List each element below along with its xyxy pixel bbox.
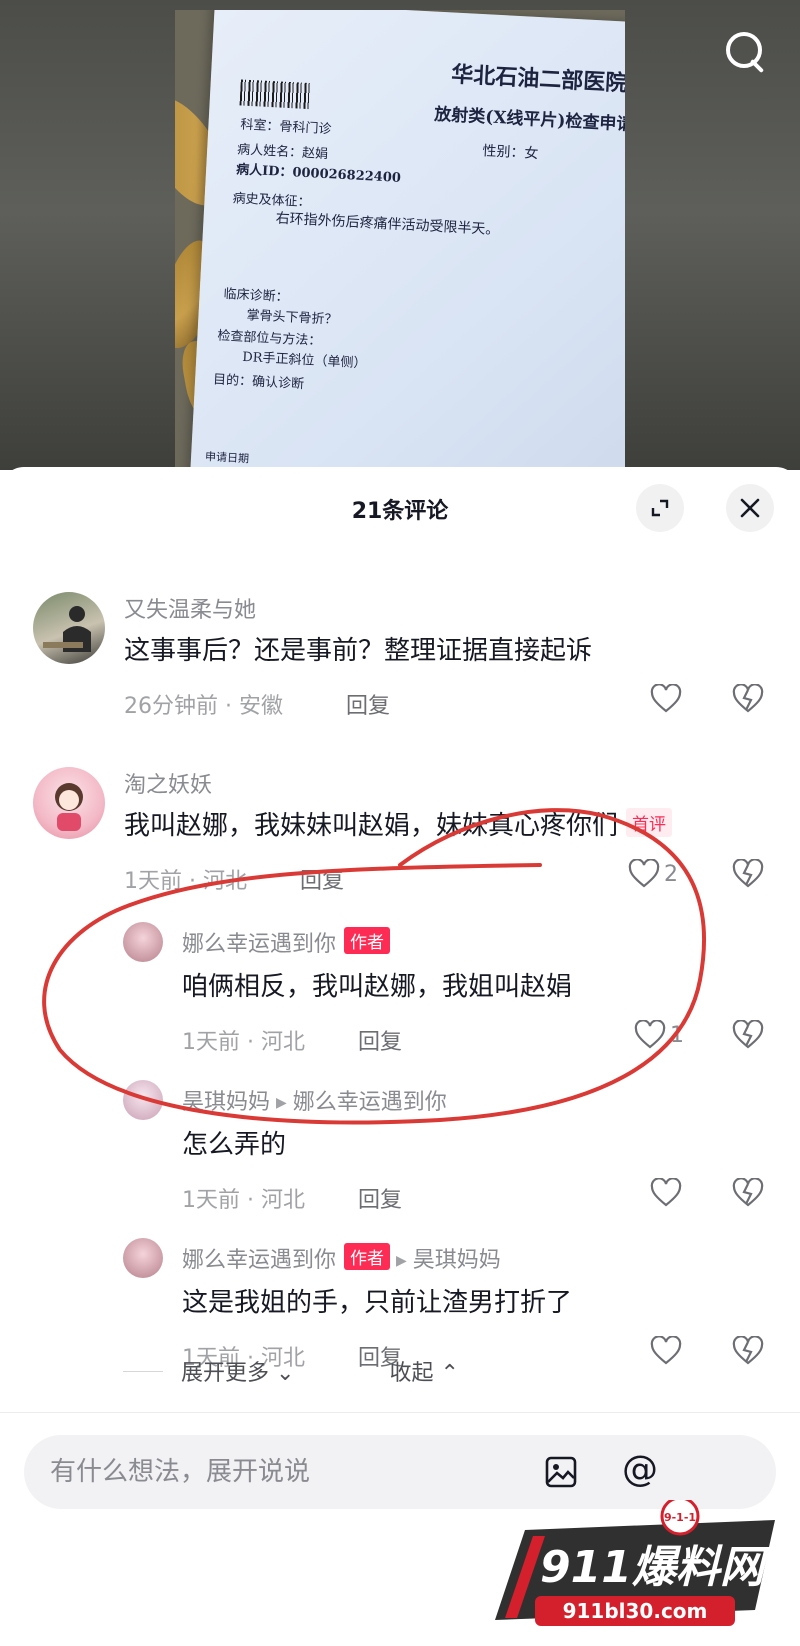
comment-username[interactable]: 又失温柔与她	[124, 592, 256, 624]
comment-meta: 1天前 · 河北	[182, 1030, 305, 1055]
expand-icon	[651, 499, 669, 517]
comment-text: 咱俩相反，我叫赵娜，我姐叫赵娟	[182, 972, 573, 1002]
username-text: 昊琪妈妈	[182, 1090, 271, 1115]
heart-icon	[634, 1020, 666, 1049]
comment-sheet: 21条评论 又失温柔与她 这事事后？还是事前？整理证据直接起诉 26分钟前 · …	[0, 467, 800, 1646]
broken-heart-icon	[732, 1177, 764, 1207]
username-text: 娜么幸运遇到你	[182, 932, 337, 957]
expand-more-label: 展开更多	[181, 1361, 270, 1386]
form-gender: 性别：女	[482, 143, 539, 163]
reply-button[interactable]: 回复	[346, 688, 390, 720]
dislike-button[interactable]	[732, 1177, 764, 1212]
chevron-down-icon: ⌄	[276, 1361, 295, 1386]
comment-text: 怎么弄的	[182, 1130, 287, 1160]
dislike-button[interactable]	[732, 858, 764, 893]
broken-heart-icon	[732, 683, 764, 713]
heart-icon	[650, 1336, 682, 1365]
reply-arrow-icon: ▶	[396, 1253, 407, 1269]
form-history: 右环指外伤后疼痛伴活动受限半天。	[275, 210, 500, 239]
reply-button[interactable]: 回复	[358, 1182, 402, 1214]
reply-button[interactable]: 回复	[300, 863, 344, 895]
like-button[interactable]: 2	[628, 859, 678, 889]
close-icon	[740, 498, 760, 518]
mention-icon[interactable]: @	[622, 1449, 658, 1490]
expand-row: 展开更多 ⌄ 收起 ⌃	[123, 1355, 459, 1387]
collapse-label: 收起	[389, 1361, 434, 1386]
avatar[interactable]	[123, 1238, 163, 1278]
avatar[interactable]	[33, 592, 105, 664]
comment-username[interactable]: 淘之妖妖	[124, 767, 212, 799]
post-image[interactable]: 华北石油二部医院 放射类(X线平片)检查申请单 科室：骨科门诊 性别：女 病人姓…	[0, 0, 800, 470]
watermark-badge: 9-1-1	[664, 1511, 696, 1524]
comment-username[interactable]: 昊琪妈妈 ▶ 娜么幸运遇到你	[182, 1084, 447, 1116]
close-button[interactable]	[726, 484, 774, 532]
reply-button[interactable]: 回复	[358, 1024, 402, 1056]
form-date: 申请日期	[204, 450, 250, 466]
image-icon[interactable]	[544, 1455, 578, 1489]
watermark-logo: 911爆料网 911bl30.com 9-1-1	[495, 1500, 775, 1626]
form-diag-label: 临床诊断：	[223, 286, 289, 306]
avatar[interactable]	[33, 767, 105, 839]
broken-heart-icon	[732, 1335, 764, 1365]
reply-to-username: 娜么幸运遇到你	[292, 1090, 447, 1115]
heart-icon	[650, 1178, 682, 1207]
broken-heart-icon	[732, 858, 764, 888]
form-method-label: 检查部位与方法：	[217, 328, 322, 350]
author-badge: 作者	[344, 1243, 391, 1270]
reply-arrow-icon: ▶	[276, 1095, 287, 1111]
form-dept: 科室：骨科门诊	[240, 117, 332, 138]
comment-text: 这事事后？还是事前？整理证据直接起诉	[124, 636, 593, 666]
dislike-button[interactable]	[732, 1019, 764, 1054]
like-button[interactable]: 1	[634, 1020, 684, 1050]
avatar[interactable]	[123, 922, 163, 962]
form-history-label: 病史及体征：	[232, 191, 311, 211]
comment-text-body: 我叫赵娜，我妹妹叫赵娟，妹妹真心疼你们	[124, 811, 619, 841]
photo-background: 华北石油二部医院 放射类(X线平片)检查申请单 科室：骨科门诊 性别：女 病人姓…	[175, 10, 625, 470]
comment-text: 这是我姐的手，只前让渣男打折了	[182, 1288, 573, 1318]
like-button[interactable]	[650, 1178, 686, 1208]
expand-more-button[interactable]: 展开更多 ⌄	[181, 1355, 294, 1387]
collapse-button[interactable]: 收起 ⌃	[389, 1355, 458, 1387]
author-badge: 作者	[344, 927, 391, 954]
like-count: 1	[670, 1022, 684, 1048]
form-title: 华北石油二部医院	[450, 61, 625, 97]
chevron-up-icon: ⌃	[440, 1361, 459, 1386]
first-comment-badge: 首评	[626, 808, 673, 837]
dislike-button[interactable]	[732, 1335, 764, 1370]
form-purpose: 目的：确认诊断	[212, 372, 305, 393]
comment-meta: 26分钟前 · 安徽	[124, 694, 283, 719]
divider	[123, 1370, 163, 1372]
medical-request-form: 华北石油二部医院 放射类(X线平片)检查申请单 科室：骨科门诊 性别：女 病人姓…	[188, 10, 625, 470]
comment-input[interactable]	[50, 1435, 520, 1509]
watermark-url: 911bl30.com	[563, 1599, 708, 1623]
search-icon[interactable]	[722, 28, 770, 76]
watermark-brand: 911爆料网	[540, 1542, 770, 1593]
comment-username[interactable]: 娜么幸运遇到你 作者	[182, 926, 391, 958]
avatar[interactable]	[123, 1080, 163, 1120]
like-count: 2	[664, 861, 678, 887]
comment-text: 我叫赵娜，我妹妹叫赵娟，妹妹真心疼你们 首评	[124, 805, 673, 842]
form-method: DR手正斜位（单侧）	[241, 349, 367, 372]
broken-heart-icon	[732, 1019, 764, 1049]
form-subtitle: 放射类(X线平片)检查申请单	[433, 104, 625, 136]
like-button[interactable]	[650, 684, 686, 714]
fullscreen-button[interactable]	[636, 484, 684, 532]
dislike-button[interactable]	[732, 683, 764, 718]
form-patient-id: 病人ID：000026822400	[235, 162, 402, 186]
heart-icon	[650, 684, 682, 713]
username-text: 娜么幸运遇到你	[182, 1248, 337, 1273]
comment-username[interactable]: 娜么幸运遇到你 作者 ▶ 昊琪妈妈	[182, 1242, 501, 1274]
comment-meta: 1天前 · 河北	[124, 869, 247, 894]
like-button[interactable]	[650, 1336, 686, 1366]
heart-icon	[628, 859, 660, 888]
comment-input-container[interactable]: @	[24, 1435, 776, 1509]
form-diag: 掌骨头下骨折？	[246, 308, 338, 328]
reply-to-username: 昊琪妈妈	[412, 1248, 501, 1273]
comment-meta: 1天前 · 河北	[182, 1188, 305, 1213]
barcode	[239, 79, 311, 110]
